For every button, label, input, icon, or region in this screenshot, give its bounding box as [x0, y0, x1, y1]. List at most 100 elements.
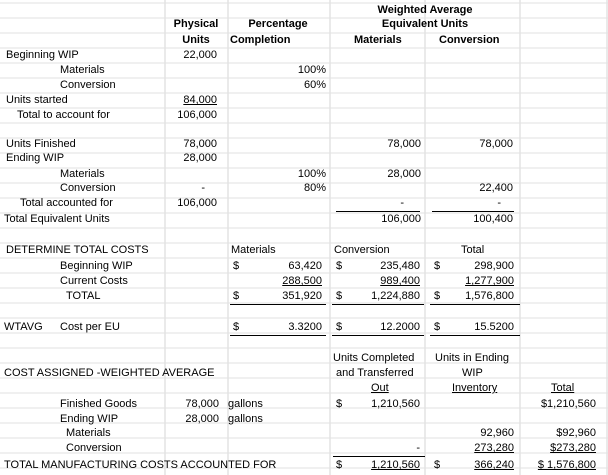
total-eu-conversion[interactable]: 100,400	[425, 213, 513, 227]
label-determine-total-costs[interactable]: DETERMINE TOTAL COSTS	[6, 244, 149, 258]
col-total[interactable]: Total	[461, 244, 484, 258]
rule-cpe-materials	[230, 335, 326, 336]
bw-materials-pct[interactable]: 100%	[228, 64, 326, 78]
cc-cost-total[interactable]: 1,277,900	[445, 275, 514, 289]
label-ending-wip[interactable]: Ending WIP	[6, 152, 64, 166]
currency-sign: $	[336, 260, 343, 272]
units-finished-units[interactable]: 78,000	[165, 138, 217, 152]
currency-sign: $	[336, 459, 343, 471]
rule-eu-materials	[336, 211, 420, 212]
units-finished-materials[interactable]: 78,000	[330, 138, 421, 152]
header-conversion[interactable]: Conversion	[439, 34, 500, 48]
header-units-ending-2[interactable]: WIP	[462, 367, 483, 381]
header-units-completed-3[interactable]: Out	[371, 382, 389, 396]
total-eu-materials[interactable]: 106,000	[330, 213, 421, 227]
col-conversion[interactable]: Conversion	[334, 244, 390, 258]
header-units-ending-1[interactable]: Units in Ending	[435, 352, 509, 366]
currency-sign: $	[336, 290, 343, 302]
header-completion[interactable]: Completion	[230, 34, 291, 48]
label-beginning-wip[interactable]: Beginning WIP	[6, 49, 79, 63]
total-to-account-value[interactable]: 106,000	[165, 109, 217, 123]
ew-materials-eu[interactable]: 28,000	[330, 168, 421, 182]
label-units-finished[interactable]: Units Finished	[6, 138, 76, 152]
grand-total-ending[interactable]: 366,240	[445, 459, 514, 473]
label-ew-materials[interactable]: Materials	[60, 168, 105, 182]
ending-wip-units-s4[interactable]: 28,000	[165, 413, 219, 427]
label-current-costs[interactable]: Current Costs	[60, 275, 128, 289]
rule-cpe-conversion	[332, 335, 424, 336]
total-accounted-value[interactable]: 106,000	[165, 197, 217, 211]
currency-sign: $	[336, 321, 343, 333]
rule-total-materials	[230, 304, 326, 305]
header-weighted-average[interactable]: Weighted Average	[330, 4, 520, 18]
units-started-value[interactable]: 84,000	[165, 94, 217, 108]
rule-eu-conversion	[432, 211, 514, 212]
conversion-ending[interactable]: 273,280	[430, 442, 514, 456]
cost-per-eu-total[interactable]: 15.5200	[445, 321, 514, 335]
rule-cpe-total	[430, 335, 520, 336]
header-units-ending-3[interactable]: Inventory	[452, 382, 497, 396]
total-cost-total[interactable]: 1,576,800	[445, 290, 514, 304]
currency-sign: $	[434, 260, 441, 272]
header-units[interactable]: Units	[165, 34, 227, 48]
ew-conversion-eu[interactable]: 22,400	[425, 182, 513, 196]
label-cost-per-eu[interactable]: Cost per EU	[60, 321, 120, 335]
label-s4-materials[interactable]: Materials	[66, 427, 111, 441]
finished-goods-units[interactable]: 78,000	[165, 398, 219, 412]
label-wtavg[interactable]: WTAVG	[4, 321, 43, 335]
label-total-eu[interactable]: Total Equivalent Units	[4, 213, 110, 227]
cc-cost-materials[interactable]: 288,500	[245, 275, 322, 289]
cost-per-eu-materials[interactable]: 3.3200	[245, 321, 322, 335]
header-materials[interactable]: Materials	[354, 34, 402, 48]
header-equivalent-units[interactable]: Equivalent Units	[330, 18, 520, 32]
currency-sign: $	[233, 260, 240, 272]
label-units-started[interactable]: Units started	[6, 94, 68, 108]
bw-conversion-pct[interactable]: 60%	[228, 79, 326, 93]
bw-cost-materials[interactable]: 63,420	[245, 260, 322, 274]
label-bw-conversion[interactable]: Conversion	[60, 79, 116, 93]
bw-cost-total[interactable]: 298,900	[445, 260, 514, 274]
ew-materials-pct[interactable]: 100%	[228, 168, 326, 182]
finished-goods-completed[interactable]: 1,210,560	[345, 398, 420, 412]
finished-goods-unit-label[interactable]: gallons	[228, 398, 263, 412]
ew-conversion-units[interactable]: -	[165, 182, 205, 196]
grand-total-total[interactable]: $ 1,576,800	[520, 459, 596, 473]
dash-conversion[interactable]: -	[425, 197, 501, 211]
label-s2-beginning-wip[interactable]: Beginning WIP	[60, 260, 133, 274]
currency-sign: $	[336, 398, 343, 410]
label-total-accounted[interactable]: Total accounted for	[20, 197, 113, 211]
cost-per-eu-conversion[interactable]: 12.2000	[345, 321, 420, 335]
label-s4-ending-wip[interactable]: Ending WIP	[60, 413, 118, 427]
grand-total-completed[interactable]: 1,210,560	[345, 459, 420, 473]
label-cost-assigned[interactable]: COST ASSIGNED -WEIGHTED AVERAGE	[4, 367, 214, 381]
beginning-wip-units[interactable]: 22,000	[165, 49, 217, 63]
header-units-completed-2[interactable]: and Transferred	[336, 367, 414, 381]
label-s4-conversion[interactable]: Conversion	[66, 442, 122, 456]
ending-wip-units[interactable]: 28,000	[165, 152, 217, 166]
header-total[interactable]: Total	[551, 382, 574, 396]
materials-ending[interactable]: 92,960	[430, 427, 514, 441]
ending-wip-unit-label[interactable]: gallons	[228, 413, 263, 427]
finished-goods-total[interactable]: $1,210,560	[520, 398, 596, 412]
label-total[interactable]: TOTAL	[66, 290, 100, 304]
dash-materials[interactable]: -	[330, 197, 404, 211]
materials-total[interactable]: $92,960	[520, 427, 596, 441]
header-units-completed-1[interactable]: Units Completed	[333, 352, 414, 366]
total-cost-materials[interactable]: 351,920	[245, 290, 322, 304]
label-finished-goods[interactable]: Finished Goods	[60, 398, 137, 412]
ew-conversion-pct[interactable]: 80%	[228, 182, 326, 196]
cc-cost-conversion[interactable]: 989,400	[345, 275, 420, 289]
header-percentage[interactable]: Percentage	[228, 18, 328, 32]
currency-sign: $	[434, 290, 441, 302]
bw-cost-conversion[interactable]: 235,480	[345, 260, 420, 274]
col-materials[interactable]: Materials	[231, 244, 276, 258]
label-grand-total[interactable]: TOTAL MANUFACTURING COSTS ACCOUNTED FOR	[4, 459, 276, 473]
conversion-total[interactable]: $273,280	[520, 442, 596, 456]
total-cost-conversion[interactable]: 1,224,880	[345, 290, 420, 304]
label-total-to-account[interactable]: Total to account for	[17, 109, 110, 123]
header-physical[interactable]: Physical	[165, 18, 227, 32]
units-finished-conversion[interactable]: 78,000	[425, 138, 513, 152]
label-bw-materials[interactable]: Materials	[60, 64, 105, 78]
label-ew-conversion[interactable]: Conversion	[60, 182, 116, 196]
conversion-completed[interactable]: -	[345, 442, 420, 456]
